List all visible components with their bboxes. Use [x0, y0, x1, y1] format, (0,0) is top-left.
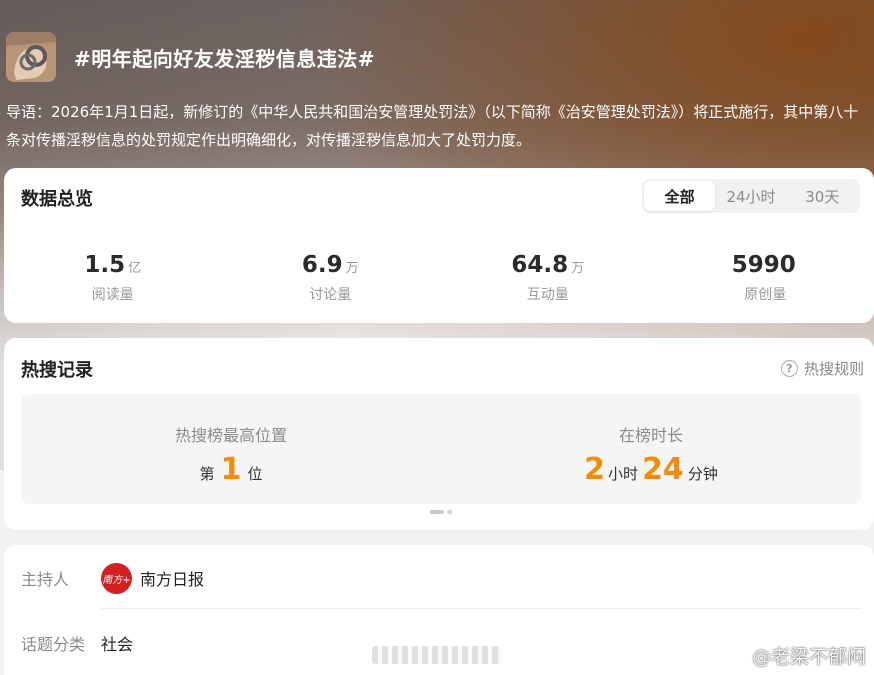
position-prefix: 第 — [199, 465, 215, 483]
stat-value: 5990 — [731, 252, 796, 278]
topic-guide-text: 导语：2026年1月1日起，新修订的《中华人民共和国治安管理处罚法》（以下简称《… — [6, 103, 859, 149]
host-label: 主持人 — [21, 570, 70, 589]
on-list-duration: 在榜时长 2 小时 24 分钟 — [441, 394, 861, 504]
hand-handcuff-image — [6, 32, 56, 82]
category-value: 社会 — [101, 635, 134, 654]
divider — [101, 608, 861, 609]
stats-row: 1.5 亿 阅读量 6.9 万 讨论量 64.8 万 互动量 5990 原创量 — [4, 252, 874, 304]
stat-value: 6.9 — [301, 252, 343, 278]
hot-search-card: 热搜记录 ? 热搜规则 热搜榜最高位置 第 1 位 在榜时长 2 小时 24 分… — [4, 338, 874, 530]
stat-label: 阅读量 — [91, 287, 134, 303]
category-row: 话题分类 社会 — [21, 631, 133, 655]
hot-search-title: 热搜记录 — [21, 360, 93, 381]
host-name[interactable]: 南方日报 — [140, 566, 204, 590]
carousel-dot — [447, 510, 452, 514]
stat-label: 讨论量 — [309, 287, 352, 303]
duration-hours-unit: 小时 — [608, 465, 639, 483]
rules-label: 热搜规则 — [803, 360, 864, 378]
stat-value: 64.8 — [511, 252, 569, 278]
position-value: 1 — [220, 452, 242, 487]
stat-unit: 万 — [571, 261, 585, 276]
carousel-indicator — [430, 510, 452, 514]
weibo-icon — [721, 646, 746, 666]
weibo-watermark: @老梁不郁闷 — [720, 642, 866, 669]
host-avatar[interactable]: 南方+ — [101, 562, 132, 594]
topic-thumbnail — [6, 32, 56, 82]
data-overview-title: 数据总览 — [21, 189, 93, 210]
hot-search-summary: 热搜榜最高位置 第 1 位 在榜时长 2 小时 24 分钟 — [21, 394, 861, 504]
tab-24h[interactable]: 24小时 — [715, 181, 786, 211]
position-suffix: 位 — [247, 465, 263, 483]
highest-position: 热搜榜最高位置 第 1 位 — [21, 394, 441, 504]
duration-hours: 2 — [584, 452, 606, 487]
time-range-tabs: 全部 24小时 30天 — [642, 179, 860, 213]
topic-title: #明年起向好友发淫秽信息违法# — [74, 46, 376, 71]
stat-label: 原创量 — [744, 287, 787, 303]
stat-value: 1.5 — [84, 252, 126, 278]
tab-all[interactable]: 全部 — [644, 181, 716, 211]
category-label: 话题分类 — [21, 635, 86, 654]
stat-read-count: 1.5 亿 阅读量 — [4, 252, 222, 304]
host-row: 主持人 南方+ 南方日报 — [21, 562, 204, 594]
stat-unit: 亿 — [128, 261, 142, 276]
highest-position-label: 热搜榜最高位置 — [174, 426, 287, 445]
topic-header: #明年起向好友发淫秽信息违法# — [6, 32, 375, 82]
carousel-dot-active — [430, 510, 444, 514]
data-overview-card: 数据总览 全部 24小时 30天 1.5 亿 阅读量 6.9 万 讨论量 64.8 万… — [4, 168, 874, 323]
stat-interaction-count: 64.8 万 互动量 — [439, 252, 657, 304]
stat-discussion-count: 6.9 万 讨论量 — [222, 252, 440, 304]
duration-minutes: 24 — [642, 452, 684, 487]
hot-search-rules-link[interactable]: ? 热搜规则 — [780, 358, 864, 379]
stat-unit: 万 — [345, 261, 359, 276]
watermark-text: @老梁不郁闷 — [751, 646, 866, 668]
blurred-area — [372, 646, 502, 664]
tab-30d[interactable]: 30天 — [787, 181, 858, 211]
stat-label: 互动量 — [526, 287, 569, 303]
question-circle-icon: ? — [780, 360, 798, 377]
stat-original-count: 5990 原创量 — [657, 252, 874, 304]
duration-label: 在榜时长 — [618, 426, 683, 445]
duration-minutes-unit: 分钟 — [687, 465, 718, 483]
